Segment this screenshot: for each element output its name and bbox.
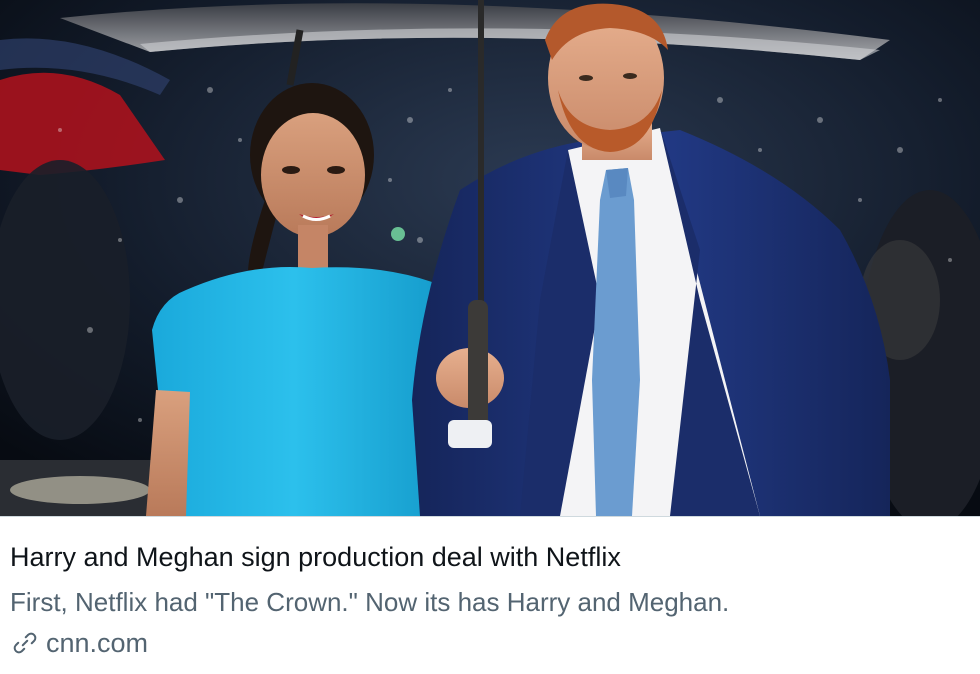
card-image[interactable] <box>0 0 980 516</box>
link-icon <box>13 632 37 654</box>
card-headline[interactable]: Harry and Meghan sign production deal wi… <box>10 538 970 576</box>
card-description[interactable]: First, Netflix had "The Crown." Now its … <box>10 584 970 620</box>
photo-illustration <box>0 0 980 516</box>
image-divider <box>0 516 980 517</box>
card-source[interactable]: cnn.com <box>10 626 148 660</box>
link-preview-card[interactable]: Harry and Meghan sign production deal wi… <box>0 0 980 674</box>
source-domain[interactable]: cnn.com <box>46 626 148 660</box>
